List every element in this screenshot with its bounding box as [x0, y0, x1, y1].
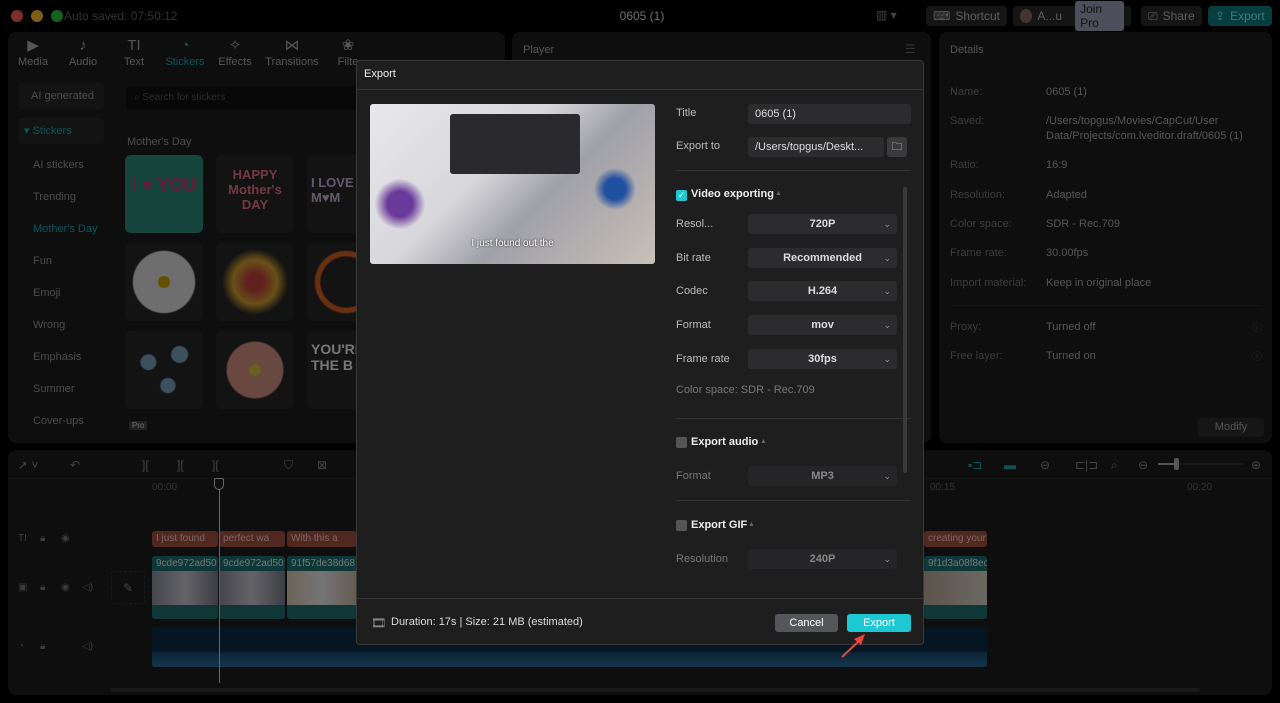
divider	[676, 418, 911, 419]
format-select[interactable]: mov ⌄	[748, 315, 897, 335]
video-exporting-label: Video exporting	[691, 188, 774, 200]
export-to-label: Export to	[676, 140, 721, 152]
color-space-info: Color space: SDR - Rec.709	[676, 384, 815, 396]
chevron-down-icon: ⌄	[883, 354, 891, 364]
export-estimate: Duration: 17s | Size: 21 MB (estimated)	[391, 616, 583, 628]
bitrate-label: Bit rate	[676, 252, 711, 264]
collapse-icon[interactable]: ▲	[748, 521, 755, 528]
chevron-down-icon: ⌄	[883, 471, 891, 481]
audio-format-select[interactable]: MP3 ⌄	[748, 466, 897, 486]
chevron-down-icon: ⌄	[883, 554, 891, 564]
chevron-down-icon: ⌄	[883, 320, 891, 330]
select-value: mov	[811, 319, 834, 331]
chevron-down-icon: ⌄	[883, 253, 891, 263]
title-input[interactable]: 0605 (1)	[748, 104, 911, 124]
frame-rate-label: Frame rate	[676, 353, 730, 365]
select-value: H.264	[807, 285, 838, 297]
select-value: 720P	[809, 218, 836, 230]
export-dialog: Export I just found out the Title 0605 (…	[356, 60, 924, 645]
collapse-icon[interactable]: ▲	[775, 190, 782, 197]
codec-label: Codec	[676, 285, 708, 297]
gif-export-checkbox[interactable]	[676, 520, 687, 531]
film-icon: 🎞︎	[371, 616, 387, 630]
divider	[357, 598, 923, 599]
gif-resolution-select[interactable]: 240P ⌄	[748, 549, 897, 569]
settings-scrollbar[interactable]	[903, 187, 907, 473]
chevron-down-icon: ⌄	[883, 286, 891, 296]
resolution-label: Resol...	[676, 218, 714, 230]
codec-select[interactable]: H.264 ⌄	[748, 281, 897, 301]
divider	[676, 500, 911, 501]
audio-format-label: Format	[676, 470, 711, 482]
divider	[676, 170, 911, 171]
annotation-arrow-icon	[841, 634, 865, 658]
video-export-checkbox[interactable]: ✓	[676, 190, 687, 201]
export-path-input[interactable]: /Users/topgus/Deskt...	[748, 137, 884, 157]
export-audio-label: Export audio	[691, 436, 759, 448]
select-value: Recommended	[783, 252, 862, 264]
audio-export-checkbox[interactable]	[676, 437, 687, 448]
format-label: Format	[676, 319, 711, 331]
select-value: 30fps	[808, 353, 837, 365]
decoration	[590, 164, 640, 214]
resolution-select[interactable]: 720P ⌄	[748, 214, 897, 234]
title-label: Title	[676, 107, 697, 119]
dialog-title: Export	[364, 68, 396, 80]
divider	[357, 89, 923, 90]
cancel-button[interactable]: Cancel	[775, 614, 838, 632]
preview-caption: I just found out the	[471, 238, 554, 249]
bitrate-select[interactable]: Recommended ⌄	[748, 248, 897, 268]
video-preview: I just found out the	[370, 104, 655, 264]
select-value: 240P	[809, 553, 836, 565]
gif-resolution-label: Resolution	[676, 553, 728, 565]
collapse-icon[interactable]: ▲	[760, 438, 767, 445]
export-gif-label: Export GIF	[691, 519, 748, 531]
folder-icon[interactable]: 🗀	[887, 137, 907, 157]
select-value: MP3	[811, 470, 834, 482]
decoration	[370, 174, 430, 234]
frame-rate-select[interactable]: 30fps ⌄	[748, 349, 897, 369]
laptop-keyboard	[450, 114, 580, 174]
chevron-down-icon: ⌄	[883, 219, 891, 229]
